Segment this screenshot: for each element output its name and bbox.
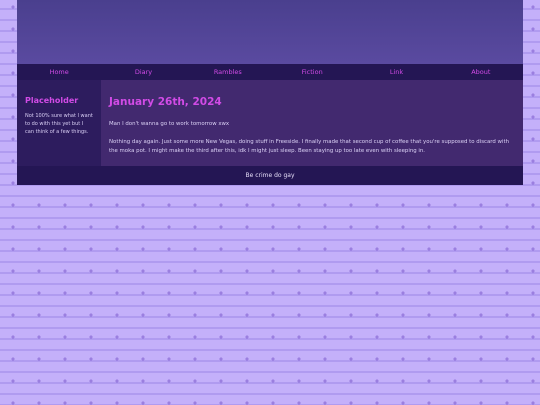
footer-text: Be crime do gay xyxy=(245,172,295,179)
content-area: Placeholder Not 100% sure what I want to… xyxy=(17,80,523,166)
header-banner xyxy=(17,0,523,64)
nav-link-fiction[interactable]: Fiction xyxy=(270,68,354,76)
nav-bar: Home Diary Rambles Fiction Link About xyxy=(17,64,523,80)
sidebar: Placeholder Not 100% sure what I want to… xyxy=(17,80,101,166)
nav-link-rambles[interactable]: Rambles xyxy=(186,68,270,76)
nav-link-link[interactable]: Link xyxy=(354,68,438,76)
sidebar-text: Not 100% sure what I want to do with thi… xyxy=(25,113,93,135)
footer: Be crime do gay xyxy=(17,166,523,185)
nav-link-about[interactable]: About xyxy=(439,68,523,76)
main-post: January 26th, 2024 Man I don't wanna go … xyxy=(101,80,523,166)
post-paragraph-2: Nothing day again. Just some more New Ve… xyxy=(109,138,509,155)
nav-link-diary[interactable]: Diary xyxy=(101,68,185,76)
post-paragraph-1: Man I don't wanna go to work tomorrow xw… xyxy=(109,121,230,127)
post-title: January 26th, 2024 xyxy=(109,96,222,108)
nav-link-home[interactable]: Home xyxy=(17,68,101,76)
page-container: Home Diary Rambles Fiction Link About Pl… xyxy=(17,0,523,185)
sidebar-title: Placeholder xyxy=(25,96,79,105)
